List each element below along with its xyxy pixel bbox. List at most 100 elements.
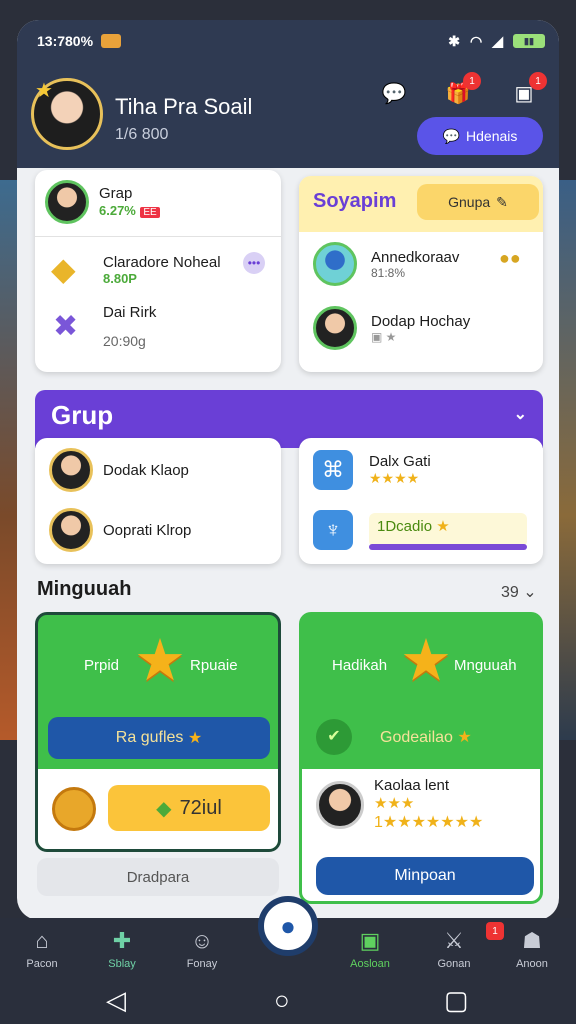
group-title: Grup (51, 400, 114, 430)
star-icon: ★ (400, 628, 452, 693)
nav-item-account[interactable]: ☗ Anoon (504, 928, 560, 970)
secondary-button[interactable]: Dradpara (37, 858, 279, 896)
notification-icon (101, 34, 122, 48)
header-action-label: Hdenais (466, 128, 518, 144)
reward-subtitle-text: Godeailao (380, 729, 453, 746)
check-icon: ✔ (316, 719, 352, 755)
bluetooth-icon: ✱ (448, 32, 460, 49)
background-right (556, 180, 576, 740)
gift-icon[interactable]: 🎁 1 (441, 72, 481, 110)
nav-label: Sblay (108, 958, 136, 970)
avatar[interactable] (313, 242, 357, 286)
home-button-icon[interactable]: ○ (274, 985, 290, 1016)
primary-button[interactable]: Minpoan (316, 857, 534, 895)
reward-label: Mnguuah (454, 657, 517, 674)
item-title: Dai Rirk (103, 304, 157, 321)
more-icon[interactable]: ••• (243, 252, 265, 274)
star-icon: ★ (457, 729, 472, 746)
reward-card[interactable]: Prpid ★ Rpuaie Ra gufles ★ ◆ 72iul (35, 612, 281, 852)
face-icon: ☺ (190, 928, 214, 953)
item-value: 8.80P (103, 271, 137, 286)
rating-stars: ★★★ (374, 795, 415, 812)
notification-badge: 1 (529, 72, 547, 90)
profile-header: 13:780% ✱ ◠ ◢ ▮▮ ★ Tiha Pra Soail 1/6 80… (17, 20, 559, 168)
reward-label: Prpid (84, 657, 120, 674)
stats-card: Grap 6.27% EE ◆ Claradore Noheal 8.80P •… (35, 170, 281, 372)
winner-name: Kaolaa lent (374, 777, 450, 794)
profile-name: Tiha Pra Soail (115, 94, 253, 119)
group-button-label: Gnupa (448, 194, 491, 210)
signal-icon: ◢ (492, 32, 503, 49)
group-button[interactable]: Gnupa ✎ (417, 184, 539, 220)
star-icon: ★ (187, 730, 203, 747)
back-icon[interactable]: ◁ (106, 985, 126, 1016)
section-count[interactable]: 39 ⌄ (501, 582, 537, 602)
nav-label: Gonan (437, 958, 471, 970)
nav-item-friends[interactable]: ☺ Fonay (174, 928, 230, 970)
app-screen: 13:780% ✱ ◠ ◢ ▮▮ ★ Tiha Pra Soail 1/6 80… (17, 20, 559, 920)
activity-title: Dalx Gati (369, 453, 431, 470)
claim-button-label: Ra gufles (115, 729, 184, 746)
nav-item-game[interactable]: ⚔ Gonan (426, 928, 482, 970)
reward-label: Hadikah (332, 657, 388, 674)
nav-label: Aosloan (350, 958, 390, 970)
avatar[interactable] (313, 306, 357, 350)
map-icon: ⌘ (313, 450, 353, 490)
item-value: 20:90g (103, 333, 146, 349)
user-name: Grap (99, 184, 133, 202)
nav-label: Fonay (186, 958, 218, 970)
recents-icon[interactable]: ▢ (444, 985, 469, 1016)
nav-item-home[interactable]: ⌂ Pacon (14, 928, 70, 970)
member-name: Annedkoraav (371, 248, 460, 266)
nav-item-activity[interactable]: ▣ Aosloan (342, 928, 398, 970)
member-name: Ooprati Klrop (103, 521, 192, 539)
status-bar: 13:780% ✱ ◠ ◢ ▮▮ (37, 30, 545, 52)
people-icon: ☗ (522, 928, 542, 953)
card-title: Soyapim (313, 190, 397, 212)
avatar[interactable] (49, 508, 93, 552)
item-title: Claradore Noheal (103, 254, 221, 271)
pin-icon: ♆ (313, 510, 353, 550)
progress-label: 1Dcadio ★ (369, 513, 527, 547)
nav-label: Pacon (26, 958, 58, 970)
reward-card[interactable]: Hadikah ★ Mnguuah ✔ Godeailao ★ Kaolaa l… (299, 612, 543, 904)
rating-icon: ▣ ★ (371, 329, 397, 344)
star-icon: ★ (436, 518, 450, 535)
reward-label: Rpuaie (190, 657, 238, 674)
section-title: Minguuah (37, 578, 132, 600)
member-name: Dodap Hochay (371, 312, 471, 330)
inbox-icon[interactable]: ▣ 1 (507, 72, 547, 110)
avatar[interactable] (316, 780, 364, 829)
claim-button[interactable]: Ra gufles ★ (48, 717, 270, 759)
coin-stack-icon: ◆ (51, 251, 76, 287)
header-action-button[interactable]: 💬 Hdenais (417, 117, 543, 155)
diamond-icon: ◆ (156, 797, 172, 820)
member-name: Dodak Klaop (103, 461, 189, 479)
avatar[interactable] (45, 180, 89, 224)
reward-value-button[interactable]: ◆ 72iul (108, 785, 270, 831)
rating-stars: ★★★★ (369, 470, 420, 486)
chevron-down-icon[interactable]: ⌄ (514, 404, 527, 424)
group-members-card: Dodak Klaop Ooprati Klrop (35, 438, 281, 564)
sword-icon: ⚔ (444, 928, 464, 953)
nav-item-play[interactable]: ✚ Sblay (94, 928, 150, 970)
coin-icon (52, 787, 96, 831)
reward-value: 72iul (179, 796, 222, 819)
group-activity-card: ⌘ Dalx Gati ★★★★ ♆ 1Dcadio ★ (299, 438, 543, 564)
crown-icon: ★ (35, 80, 53, 102)
gamepad-icon: ✚ (112, 928, 132, 953)
status-badge: EE (140, 206, 160, 218)
message-icon: 💬 (442, 127, 461, 144)
divider (35, 236, 281, 237)
notification-badge: 1 (463, 72, 481, 90)
robot-icon: ▣ (359, 928, 381, 953)
nav-label: Anoon (516, 958, 548, 970)
star-icon: ★ (134, 628, 186, 693)
chat-icon[interactable]: 💬 (377, 76, 411, 110)
notification-badge: 1 (486, 922, 504, 940)
section-count-value: 39 (501, 584, 519, 601)
center-action-button[interactable]: ● (258, 896, 318, 956)
user-stat: 6.27% (99, 202, 136, 218)
rating-row: 1★★★★★★★ (374, 814, 484, 831)
avatar[interactable] (49, 448, 93, 492)
